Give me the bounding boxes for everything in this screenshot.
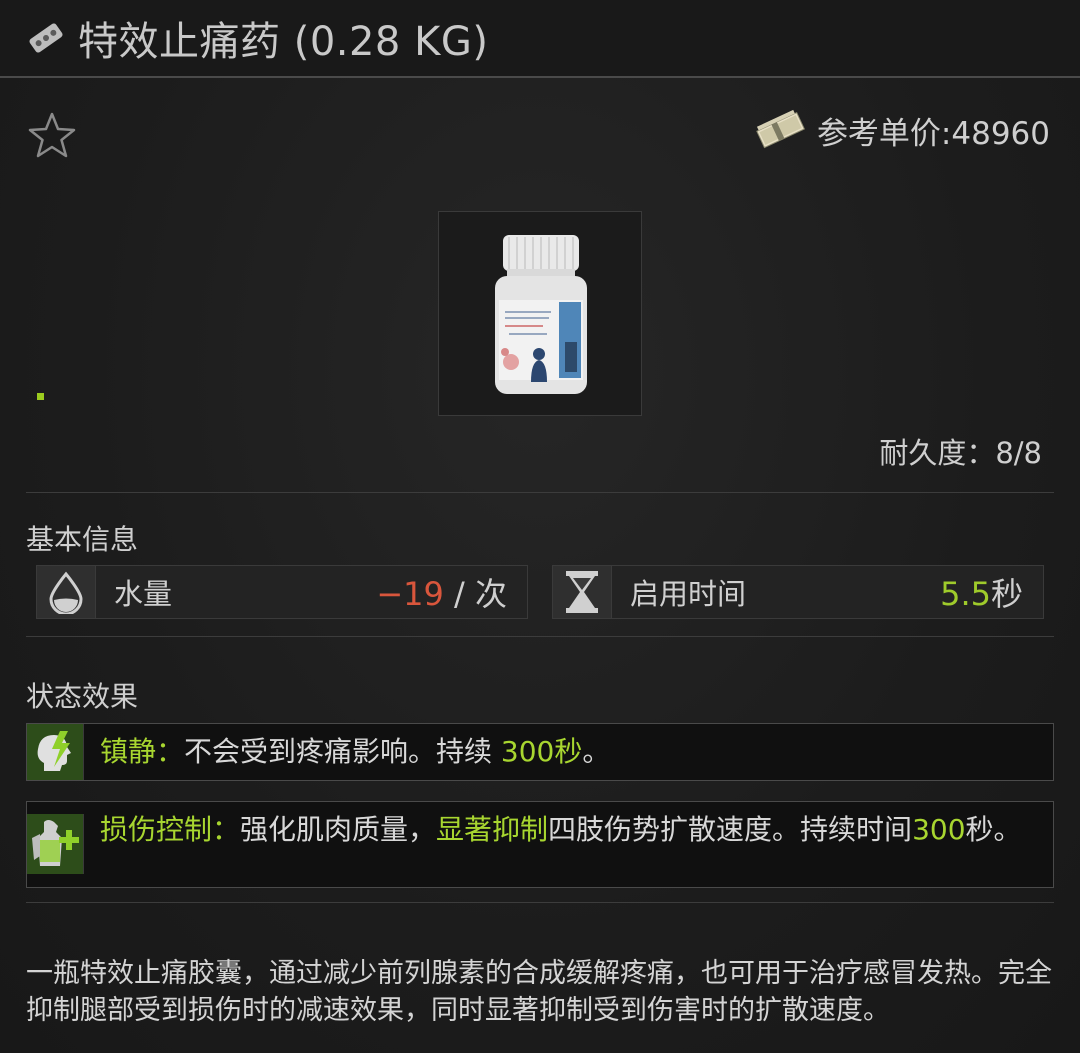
- effect-text: 镇静：不会受到疼痛影响。持续 300秒。: [100, 735, 611, 768]
- star-icon[interactable]: [26, 110, 78, 162]
- pill-bottle-icon: [495, 235, 587, 394]
- body-heal-icon: [27, 814, 84, 874]
- stat-value: −19 / 次: [376, 575, 507, 613]
- title-bar: 特效止痛药 (0.28 KG): [0, 0, 1080, 78]
- stat-use-time: 启用时间 5.5秒: [552, 565, 1044, 619]
- divider: [26, 492, 1054, 493]
- item-description: 一瓶特效止痛胶囊，通过减少前列腺素的合成缓解疼痛，也可用于治疗感冒发热。完全抑制…: [26, 958, 1052, 1026]
- pill-blister-icon: [24, 16, 68, 60]
- effect-text: 损伤控制：强化肌肉质量，显著抑制四肢伤势扩散速度。持续时间300秒。: [100, 813, 1022, 846]
- effect-sedation: 镇静：不会受到疼痛影响。持续 300秒。: [26, 723, 1054, 781]
- stat-value: 5.5秒: [940, 575, 1023, 613]
- durability-text: 耐久度：8/8: [879, 436, 1042, 470]
- effect-damage-control: 损伤控制：强化肌肉质量，显著抑制四肢伤势扩散速度。持续时间300秒。: [26, 801, 1054, 888]
- item-image-frame[interactable]: [438, 211, 642, 416]
- item-title: 特效止痛药 (0.28 KG): [78, 19, 489, 65]
- money-bundle-icon: [755, 109, 807, 153]
- stat-label: 启用时间: [630, 577, 747, 611]
- stat-label: 水量: [114, 577, 173, 611]
- basic-info-title: 基本信息: [26, 523, 139, 556]
- hourglass-icon: [553, 566, 612, 618]
- divider: [26, 636, 1054, 637]
- stat-water: 水量 −19 / 次: [36, 565, 528, 619]
- indicator-dot: [37, 393, 44, 400]
- reference-price: 参考单价:48960: [755, 108, 1050, 153]
- status-effects-title: 状态效果: [26, 680, 139, 713]
- painkiller-head-icon: [27, 724, 84, 780]
- price-text: 参考单价:48960: [816, 116, 1050, 152]
- divider: [26, 902, 1054, 903]
- water-drop-icon: [37, 566, 96, 618]
